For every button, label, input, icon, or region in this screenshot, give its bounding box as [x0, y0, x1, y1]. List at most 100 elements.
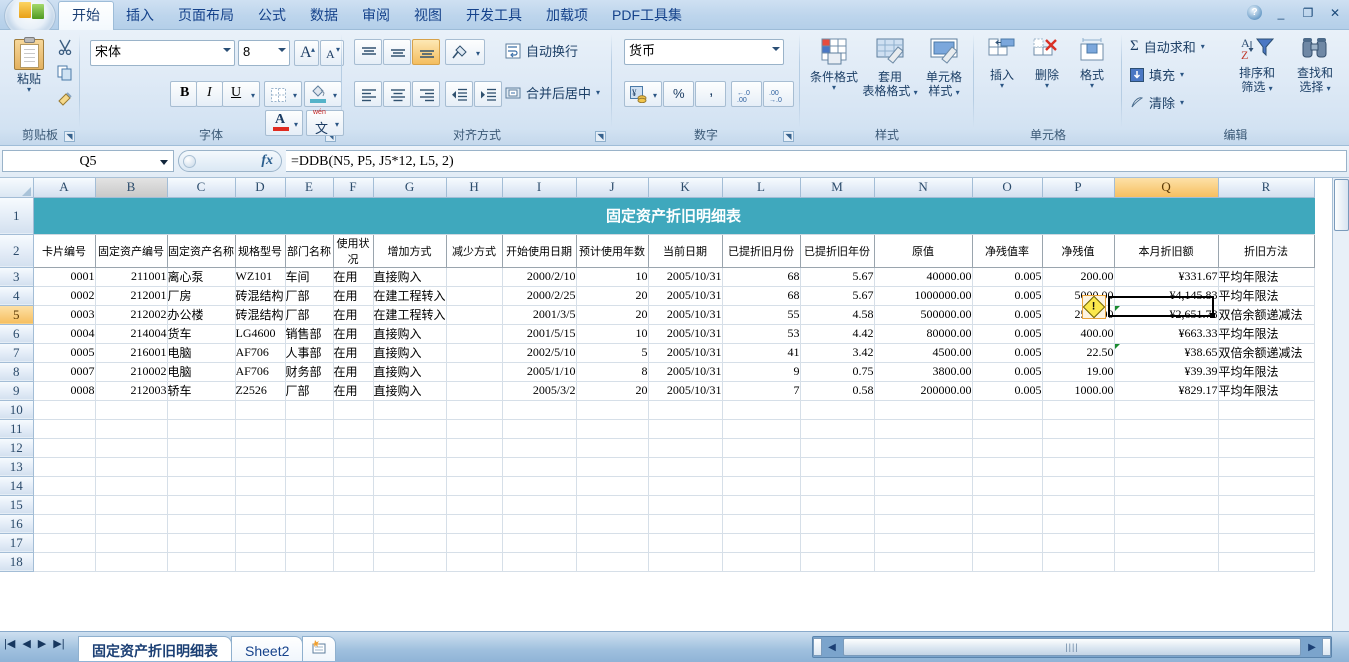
table-cell[interactable]: [1218, 400, 1314, 419]
table-cell[interactable]: 2005/1/10: [502, 362, 576, 381]
table-cell[interactable]: [874, 419, 972, 438]
table-cell[interactable]: [1218, 552, 1314, 571]
table-cell[interactable]: [1114, 552, 1218, 571]
bold-button[interactable]: B: [170, 81, 197, 107]
vertical-scrollbar[interactable]: [1332, 178, 1349, 631]
table-cell[interactable]: [648, 514, 722, 533]
table-cell[interactable]: [446, 533, 502, 552]
table-cell[interactable]: ¥39.39: [1114, 362, 1218, 381]
table-cell[interactable]: [167, 552, 235, 571]
paste-caret-icon[interactable]: ▾: [6, 86, 52, 94]
currency-format-button[interactable]: ¥ ▾: [624, 81, 662, 107]
table-cell[interactable]: [972, 552, 1042, 571]
number-dialog-launcher[interactable]: ◥: [783, 131, 794, 142]
delete-cells-caret-icon[interactable]: ▾: [1025, 82, 1069, 90]
table-cell[interactable]: [972, 533, 1042, 552]
table-cell[interactable]: [1042, 400, 1114, 419]
table-cell[interactable]: 400.00: [1042, 324, 1114, 343]
table-cell[interactable]: [800, 495, 874, 514]
table-cell[interactable]: 双倍余额递减法: [1218, 343, 1314, 362]
table-cell[interactable]: [1114, 457, 1218, 476]
table-cell[interactable]: WZ101: [235, 267, 285, 286]
table-cell[interactable]: [1218, 419, 1314, 438]
row-header-3[interactable]: 3: [0, 267, 33, 286]
table-cell[interactable]: 人事部: [285, 343, 333, 362]
merge-caret-icon[interactable]: ▾: [596, 88, 600, 97]
table-cell[interactable]: 2000/2/25: [502, 286, 576, 305]
table-cell[interactable]: LG4600: [235, 324, 285, 343]
table-cell[interactable]: 2005/10/31: [648, 381, 722, 400]
table-cell[interactable]: [1042, 419, 1114, 438]
table-cell[interactable]: [972, 400, 1042, 419]
table-cell[interactable]: [285, 400, 333, 419]
table-cell[interactable]: 在用: [333, 324, 373, 343]
table-cell[interactable]: [33, 438, 95, 457]
column-header-Q[interactable]: Q: [1114, 178, 1218, 197]
clear-button[interactable]: 清除 ▾: [1130, 93, 1184, 112]
table-cell[interactable]: [1042, 457, 1114, 476]
table-cell[interactable]: 9: [722, 362, 800, 381]
column-header-L[interactable]: L: [722, 178, 800, 197]
table-cell[interactable]: [373, 476, 446, 495]
table-cell[interactable]: 在用: [333, 305, 373, 324]
table-cell[interactable]: [373, 514, 446, 533]
table-cell[interactable]: 216001: [95, 343, 167, 362]
table-cell[interactable]: 19.00: [1042, 362, 1114, 381]
table-cell[interactable]: [167, 457, 235, 476]
fill-color-button[interactable]: ▾: [304, 81, 342, 107]
table-cell[interactable]: ¥829.17: [1114, 381, 1218, 400]
table-cell[interactable]: [874, 438, 972, 457]
table-cell[interactable]: 0003: [33, 305, 95, 324]
table-cell[interactable]: [446, 476, 502, 495]
table-cell[interactable]: 0.005: [972, 324, 1042, 343]
table-cell[interactable]: [1218, 476, 1314, 495]
column-header-A[interactable]: A: [33, 178, 95, 197]
help-icon[interactable]: ?: [1247, 5, 1262, 20]
formula-input[interactable]: =DDB(N5, P5, J5*12, L5, 2): [286, 150, 1347, 172]
ribbon-tab-3[interactable]: 公式: [246, 2, 298, 30]
table-cell[interactable]: [235, 514, 285, 533]
hscroll-end-handle[interactable]: [1322, 638, 1331, 656]
nav-next-button[interactable]: ▶: [38, 638, 46, 650]
table-column-header[interactable]: 已提折旧月份: [722, 234, 800, 267]
table-cell[interactable]: [1042, 552, 1114, 571]
table-cell[interactable]: [1218, 514, 1314, 533]
table-cell[interactable]: 平均年限法: [1218, 267, 1314, 286]
table-cell[interactable]: 7: [722, 381, 800, 400]
table-cell[interactable]: 5: [576, 343, 648, 362]
table-cell[interactable]: 货车: [167, 324, 235, 343]
table-cell[interactable]: [235, 457, 285, 476]
table-cell[interactable]: [446, 381, 502, 400]
insert-function-icon[interactable]: fx: [261, 153, 273, 169]
table-cell[interactable]: [1218, 533, 1314, 552]
column-header-P[interactable]: P: [1042, 178, 1114, 197]
nav-last-button[interactable]: ▶|: [53, 638, 64, 650]
table-cell[interactable]: [576, 495, 648, 514]
hscroll-left-button[interactable]: ◀: [822, 638, 842, 656]
table-cell[interactable]: 0001: [33, 267, 95, 286]
table-cell[interactable]: [33, 419, 95, 438]
delete-cells-button[interactable]: 删除 ▾: [1025, 37, 1069, 90]
table-cell[interactable]: [446, 267, 502, 286]
close-icon[interactable]: ✕: [1327, 6, 1343, 20]
row-header-16[interactable]: 16: [0, 514, 33, 533]
clipboard-dialog-launcher[interactable]: ◥: [64, 131, 75, 142]
align-bottom-button[interactable]: [412, 39, 440, 65]
decrease-decimal-button[interactable]: .00→.0: [763, 81, 794, 107]
table-cell[interactable]: [648, 457, 722, 476]
ribbon-tab-4[interactable]: 数据: [298, 2, 350, 30]
align-left-button[interactable]: [354, 81, 382, 107]
row-header-6[interactable]: 6: [0, 324, 33, 343]
table-cell[interactable]: [722, 495, 800, 514]
table-cell[interactable]: 2005/10/31: [648, 343, 722, 362]
table-cell[interactable]: [373, 419, 446, 438]
row-header-13[interactable]: 13: [0, 457, 33, 476]
table-cell[interactable]: 4.42: [800, 324, 874, 343]
table-cell[interactable]: 2005/10/31: [648, 324, 722, 343]
table-cell[interactable]: [333, 533, 373, 552]
hscroll-split-handle[interactable]: [813, 638, 822, 656]
table-cell[interactable]: 2005/10/31: [648, 305, 722, 324]
table-cell[interactable]: [1218, 457, 1314, 476]
table-cell[interactable]: [33, 495, 95, 514]
table-cell[interactable]: [722, 476, 800, 495]
